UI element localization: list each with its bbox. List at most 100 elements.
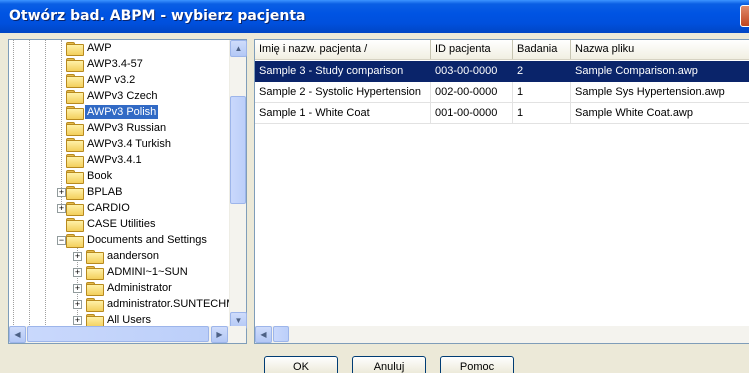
folder-icon <box>65 201 84 216</box>
column-header-studies[interactable]: Badania <box>513 40 571 59</box>
open-folder-icon <box>65 105 84 120</box>
tree-item[interactable]: Administrator <box>85 280 174 296</box>
list-header: Imię i nazw. pacjenta / ID pacjenta Bada… <box>255 40 749 60</box>
folder-icon <box>65 89 84 104</box>
expand-button[interactable]: + <box>73 284 82 293</box>
folder-icon <box>65 73 84 88</box>
tree-item-label: aanderson <box>107 250 159 262</box>
scroll-up-button[interactable]: ▲ <box>230 40 247 57</box>
tree-item-label: AWPv3.4 Turkish <box>87 138 171 150</box>
tree-item[interactable]: AWPv3.4 Turkish <box>65 136 173 152</box>
folder-icon <box>65 137 84 152</box>
cell-patient-id: 003-00-0000 <box>435 65 498 77</box>
folder-icon <box>65 185 84 200</box>
tree-item[interactable]: AWP3.4-57 <box>65 56 145 72</box>
column-header-filename[interactable]: Nazwa pliku <box>571 40 749 59</box>
folder-icon <box>65 121 84 136</box>
tree-item-label: AWP v3.2 <box>87 74 136 86</box>
window-title: Otwórz bad. ABPM - wybierz pacjenta <box>9 8 306 24</box>
tree-item[interactable]: Documents and Settings <box>65 232 209 248</box>
expand-button[interactable]: + <box>73 268 82 277</box>
tree-horizontal-scrollbar[interactable]: ◀ ▶ <box>9 326 246 343</box>
cell-patient-name: Sample 1 - White Coat <box>255 103 431 124</box>
tree-vertical-scrollbar[interactable]: ▲ ▼ <box>229 40 247 329</box>
cancel-button[interactable]: Anuluj <box>352 356 426 373</box>
table-row[interactable]: Sample 3 - Study comparison 003-00-0000 … <box>255 61 749 82</box>
folder-icon <box>85 313 104 328</box>
tree-item-label: administrator.SUNTECHM <box>107 298 229 310</box>
list-horizontal-scrollbar[interactable]: ◀ <box>255 326 749 343</box>
tree-item[interactable]: administrator.SUNTECHM <box>85 296 229 312</box>
folder-tree-viewport: AWP AWP3.4-57 AWP v3.2 AWPv3 Czech AWPv3… <box>9 40 229 329</box>
cell-studies: 2 <box>517 65 524 77</box>
cell-patient-id: 002-00-0000 <box>431 82 513 103</box>
folder-icon <box>85 265 104 280</box>
expand-button[interactable]: + <box>73 252 82 261</box>
tree-item-label: AWPv3 Polish <box>85 105 159 119</box>
tree-item[interactable]: CARDIO <box>65 200 132 216</box>
cell-filename: Sample Comparison.awp <box>575 65 698 77</box>
column-header-name[interactable]: Imię i nazw. pacjenta / <box>255 40 431 59</box>
tree-item-label: AWPv3 Russian <box>87 122 167 134</box>
tree-item[interactable]: Book <box>65 168 114 184</box>
folder-icon <box>65 57 84 72</box>
patient-list[interactable]: Imię i nazw. pacjenta / ID pacjenta Bada… <box>254 39 749 344</box>
tree-connector <box>13 40 14 329</box>
ok-button[interactable]: OK <box>264 356 338 373</box>
scroll-thumb[interactable] <box>273 326 289 342</box>
tree-item[interactable]: AWPv3.4.1 <box>65 152 144 168</box>
tree-item[interactable]: CASE Utilities <box>65 216 157 232</box>
tree-item-label: Documents and Settings <box>87 234 207 246</box>
tree-item-label: AWP <box>87 42 112 54</box>
cell-studies: 1 <box>513 103 571 124</box>
cell-patient-id: 001-00-0000 <box>431 103 513 124</box>
folder-icon <box>85 249 104 264</box>
tree-item[interactable]: AWP <box>65 40 114 56</box>
tree-item-label: CARDIO <box>87 202 130 214</box>
tree-connector <box>29 40 30 329</box>
scroll-thumb[interactable] <box>27 326 209 342</box>
column-header-id[interactable]: ID pacjenta <box>431 40 513 59</box>
tree-connector <box>61 40 62 204</box>
table-row[interactable]: Sample 2 - Systolic Hypertension 002-00-… <box>255 82 749 103</box>
scroll-right-button[interactable]: ▶ <box>211 326 228 343</box>
title-bar: Otwórz bad. ABPM - wybierz pacjenta <box>0 0 749 33</box>
folder-icon <box>65 153 84 168</box>
open-folder-icon <box>65 233 84 248</box>
tree-item-label: CASE Utilities <box>87 218 156 230</box>
tree-item[interactable]: AWPv3 Czech <box>65 88 160 104</box>
tree-item[interactable]: AWPv3 Russian <box>65 120 168 136</box>
tree-item-label: ADMINI~1~SUN <box>107 266 188 278</box>
table-row[interactable]: Sample 1 - White Coat 001-00-0000 1 Samp… <box>255 103 749 124</box>
tree-item-label: BPLAB <box>87 186 123 198</box>
tree-item-selected[interactable]: AWPv3 Polish <box>65 104 159 120</box>
cell-studies: 1 <box>513 82 571 103</box>
tree-item-label: Administrator <box>107 282 172 294</box>
tree-item-label: All Users <box>107 314 152 326</box>
tree-item[interactable]: ADMINI~1~SUN <box>85 264 190 280</box>
tree-item-label: AWPv3 Czech <box>87 90 158 102</box>
folder-tree[interactable]: AWP AWP3.4-57 AWP v3.2 AWPv3 Czech AWPv3… <box>8 39 247 344</box>
tree-item[interactable]: aanderson <box>85 248 161 264</box>
tree-item-label: AWP3.4-57 <box>87 58 143 70</box>
tree-connector <box>45 40 46 329</box>
folder-icon <box>65 217 84 232</box>
scroll-left-button[interactable]: ◀ <box>255 326 272 343</box>
scroll-left-button[interactable]: ◀ <box>9 326 26 343</box>
folder-icon <box>65 169 84 184</box>
folder-icon <box>85 281 104 296</box>
cell-patient-name: Sample 3 - Study comparison <box>259 65 404 77</box>
folder-icon <box>85 297 104 312</box>
tree-item-label: Book <box>87 170 113 182</box>
help-button[interactable]: Pomoc <box>440 356 514 373</box>
tree-item[interactable]: AWP v3.2 <box>65 72 137 88</box>
cell-patient-name: Sample 2 - Systolic Hypertension <box>255 82 431 103</box>
expand-button[interactable]: + <box>73 300 82 309</box>
tree-item-label: AWPv3.4.1 <box>87 154 142 166</box>
expand-button[interactable]: + <box>73 316 82 325</box>
folder-icon <box>65 41 84 56</box>
close-button[interactable] <box>740 5 749 27</box>
scroll-thumb[interactable] <box>230 96 246 204</box>
cell-filename: Sample Sys Hypertension.awp <box>571 82 749 103</box>
tree-item[interactable]: BPLAB <box>65 184 124 200</box>
